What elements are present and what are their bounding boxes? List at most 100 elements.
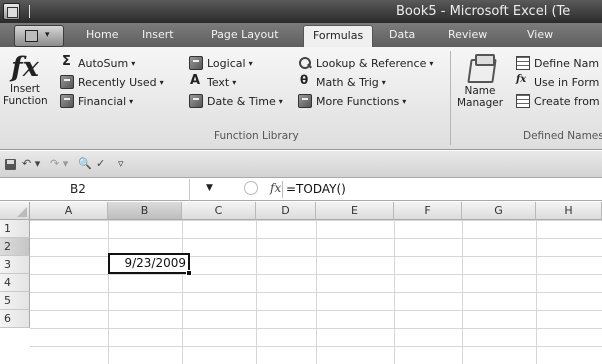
insert-function-button[interactable]: fx Insert Function <box>3 53 48 108</box>
chevron-down-icon: ▾ <box>248 58 253 68</box>
date-time-button[interactable]: Date & Time ▾ <box>189 93 283 109</box>
sigma-icon <box>60 54 74 70</box>
defined-names-group-label: Defined Names <box>523 130 602 142</box>
book-icon <box>60 75 74 89</box>
define-name-label: Define Nam <box>534 56 600 70</box>
use-in-formula-button[interactable]: Use in Form <box>516 74 599 90</box>
spelling-icon[interactable]: ✓ <box>96 157 105 170</box>
name-manager-label-line2: Manager <box>456 97 504 109</box>
text-label: Text <box>207 75 230 89</box>
date-time-label: Date & Time <box>207 94 276 108</box>
tab-data[interactable]: Data <box>389 28 415 41</box>
chevron-down-icon: ▾ <box>131 58 136 68</box>
create-from-selection-button[interactable]: Create from <box>516 93 600 109</box>
formula-input[interactable]: =TODAY() <box>286 182 346 196</box>
select-all-button[interactable] <box>0 202 30 220</box>
column-header-d[interactable]: D <box>256 202 316 220</box>
insert-function-label-line1: Insert <box>9 83 41 95</box>
name-manager-button[interactable]: Name Manager <box>455 53 505 109</box>
quick-access-toolbar: ↶ ▾ ↷ ▾ 🔍 ✓ ▿ <box>0 151 602 178</box>
book-icon <box>189 56 203 70</box>
create-from-selection-icon <box>516 94 530 108</box>
recently-used-button[interactable]: Recently Used ▾ <box>60 74 164 90</box>
define-name-icon <box>516 56 530 70</box>
more-functions-label: More Functions <box>316 94 400 108</box>
column-header-c[interactable]: C <box>182 202 256 220</box>
row-header-1[interactable]: 1 <box>0 220 30 238</box>
name-manager-icon <box>463 53 497 83</box>
column-header-h[interactable]: H <box>536 202 602 220</box>
financial-label: Financial <box>78 94 127 108</box>
formula-separator <box>282 181 283 198</box>
column-header-e[interactable]: E <box>316 202 394 220</box>
row-header-5[interactable]: 5 <box>0 292 30 310</box>
print-preview-icon[interactable]: 🔍 <box>78 157 92 170</box>
chevron-down-icon: ▾ <box>129 96 134 106</box>
active-cell-b2[interactable]: 9/23/2009 <box>108 253 192 276</box>
function-library-group-label: Function Library <box>214 130 299 142</box>
financial-button[interactable]: Financial ▾ <box>60 93 133 109</box>
cell-b2-value: 9/23/2009 <box>124 256 186 270</box>
chevron-down-icon: ▾ <box>429 58 434 68</box>
office-button[interactable]: ▾ <box>14 25 64 47</box>
lookup-reference-label: Lookup & Reference <box>316 56 427 70</box>
formula-cancel-icon <box>244 181 258 195</box>
lookup-reference-button[interactable]: Lookup & Reference ▾ <box>298 55 433 71</box>
column-gridline <box>108 220 109 364</box>
use-in-formula-label: Use in Form <box>534 75 600 89</box>
fx-icon <box>516 74 530 89</box>
ribbon-tab-row: ▾ Home Insert Page Layout Formulas Data … <box>0 23 602 48</box>
ribbon-panel: fx Insert Function AutoSum ▾ Recently Us… <box>0 47 602 150</box>
chevron-down-icon: ▾ <box>381 77 386 87</box>
column-header-a[interactable]: A <box>30 202 108 220</box>
row-header-6[interactable]: 6 <box>0 310 30 328</box>
office-logo-icon <box>25 30 38 42</box>
math-trig-button[interactable]: Math & Trig ▾ <box>298 73 386 90</box>
title-bar: Book5 - Microsoft Excel (Te <box>0 0 602 23</box>
save-icon[interactable] <box>5 159 16 170</box>
column-gridline <box>256 220 257 364</box>
tab-insert[interactable]: Insert <box>142 28 174 41</box>
name-box-dropdown-icon[interactable]: ▼ <box>206 183 213 193</box>
column-header-g[interactable]: G <box>462 202 536 220</box>
chevron-down-icon: ▾ <box>45 30 50 40</box>
group-divider <box>450 51 451 145</box>
column-gridline <box>462 220 463 364</box>
excel-app-icon[interactable] <box>3 3 20 20</box>
name-manager-label-line1: Name <box>464 85 496 97</box>
fill-handle[interactable] <box>186 270 192 276</box>
book-icon <box>298 94 312 108</box>
redo-icon[interactable]: ↷ ▾ <box>50 157 68 170</box>
math-trig-label: Math & Trig <box>316 75 379 89</box>
row-header-2[interactable]: 2 <box>0 238 30 256</box>
customize-toolbar-icon[interactable]: ▿ <box>118 157 124 170</box>
row-header-4[interactable]: 4 <box>0 274 30 292</box>
chevron-down-icon: ▾ <box>159 77 164 87</box>
column-header-b[interactable]: B <box>108 202 182 220</box>
chevron-down-icon: ▾ <box>402 96 407 106</box>
define-name-button[interactable]: Define Nam <box>516 55 599 71</box>
formula-bar: B2 ▼ fx =TODAY() <box>0 179 602 201</box>
tab-page-layout[interactable]: Page Layout <box>211 28 279 41</box>
create-from-selection-label: Create from <box>534 94 600 108</box>
logical-button[interactable]: Logical ▾ <box>189 55 253 71</box>
more-functions-button[interactable]: More Functions ▾ <box>298 93 406 109</box>
text-button[interactable]: Text ▾ <box>189 73 237 90</box>
column-header-f[interactable]: F <box>394 202 462 220</box>
logical-label: Logical <box>207 56 246 70</box>
title-separator <box>29 5 30 18</box>
chevron-down-icon: ▾ <box>232 77 237 87</box>
undo-icon[interactable]: ↶ ▾ <box>22 157 40 170</box>
name-box[interactable]: B2 <box>0 179 190 201</box>
recently-used-label: Recently Used <box>78 75 157 89</box>
row-header-3[interactable]: 3 <box>0 256 30 274</box>
worksheet-grid[interactable]: A B C D E F G H 1 2 3 4 5 6 <box>0 202 602 364</box>
autosum-button[interactable]: AutoSum ▾ <box>60 54 136 71</box>
insert-function-fx-icon[interactable]: fx <box>270 181 281 195</box>
tab-view[interactable]: View <box>527 28 553 41</box>
text-icon <box>189 73 203 89</box>
tab-review[interactable]: Review <box>448 28 487 41</box>
tab-home[interactable]: Home <box>86 28 118 41</box>
tab-formulas[interactable]: Formulas <box>303 25 374 48</box>
column-gridline <box>394 220 395 364</box>
